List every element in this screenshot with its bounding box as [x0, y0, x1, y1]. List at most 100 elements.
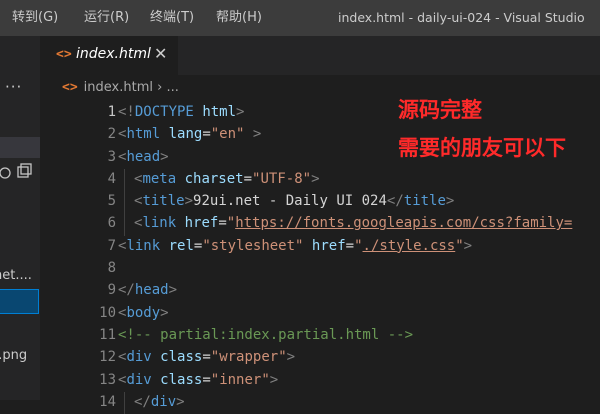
refresh-icon[interactable]: [0, 163, 40, 183]
code-token: rel: [168, 237, 194, 254]
code-text: <head>: [118, 149, 169, 165]
line-number: 3: [107, 148, 116, 165]
code-line[interactable]: 6 <link href="https://fonts.googleapis.co…: [40, 213, 600, 236]
indent-guide: [124, 391, 125, 414]
window-title: index.html - daily-ui-024 - Visual Studi…: [338, 10, 585, 25]
code-text: <!-- partial:index.partial.html -->: [118, 327, 413, 343]
code-token: "en": [210, 126, 245, 143]
code-token: href: [311, 237, 346, 254]
explorer-section-header[interactable]: [0, 137, 40, 158]
code-token: </: [386, 193, 404, 210]
code-token: >: [311, 170, 320, 187]
code-token: div: [126, 371, 152, 388]
line-number: 12: [99, 349, 116, 366]
code-text: <link href="https://fonts.googleapis.com…: [134, 215, 572, 231]
breadcrumb-symbol[interactable]: ...: [166, 80, 178, 95]
code-text: <title>92ui.net - Daily UI 024</title>: [134, 193, 454, 209]
code-token: >: [236, 104, 245, 120]
explorer-file-item[interactable]: net....: [0, 268, 32, 283]
code-line[interactable]: 10 <body>: [40, 303, 600, 325]
code-text: <body>: [118, 305, 169, 321]
menu-terminal[interactable]: 终端(T): [150, 0, 194, 36]
menu-help[interactable]: 帮助(H): [216, 0, 262, 36]
line-number: 8: [107, 260, 116, 277]
code-token: charset: [184, 170, 244, 187]
code-token: class: [160, 349, 203, 366]
menu-run[interactable]: 运行(R): [84, 0, 129, 36]
line-number: 6: [107, 215, 116, 232]
code-line[interactable]: 1 <!DOCTYPE html>: [40, 102, 600, 124]
code-token: div: [126, 349, 152, 366]
menu-goto[interactable]: 转到(G): [12, 0, 58, 36]
code-token: =: [202, 371, 211, 388]
indent-guide: [124, 168, 125, 192]
explorer-toolbar: [0, 163, 40, 187]
code-token: ": [226, 215, 236, 232]
code-text: <html lang="en" >: [118, 126, 261, 142]
code-token: =: [202, 126, 211, 143]
line-number: 13: [99, 371, 116, 388]
code-text: </div>: [134, 394, 185, 410]
line-number: 9: [107, 282, 116, 299]
code-token: </: [118, 282, 135, 299]
code-token: =: [202, 349, 211, 366]
explorer-file-item-selected[interactable]: [0, 289, 39, 314]
code-line[interactable]: 8: [40, 258, 600, 280]
code-token: ": [455, 237, 464, 254]
code-token: meta: [142, 170, 177, 187]
code-token: >: [463, 237, 473, 254]
code-token: >: [269, 371, 279, 388]
code-token: >: [176, 393, 185, 410]
code-token: head: [126, 148, 161, 165]
code-line[interactable]: 4 <meta charset="UTF-8">: [40, 168, 600, 192]
code-line[interactable]: 7 <link rel="stylesheet" href="./style.cs…: [40, 236, 600, 258]
more-actions-icon[interactable]: ···: [5, 78, 22, 96]
breadcrumb-file[interactable]: index.html: [84, 80, 153, 95]
code-token: class: [160, 371, 203, 388]
html-file-icon: <>: [56, 47, 72, 62]
code-token: >: [445, 193, 455, 210]
code-line[interactable]: 11 <!-- partial:index.partial.html -->: [40, 325, 600, 347]
code-token: head: [134, 282, 169, 299]
code-token: <!-- partial:index.partial.html -->: [118, 326, 414, 343]
code-token: >: [168, 282, 178, 299]
line-number: 14: [99, 393, 116, 410]
line-number: 7: [107, 237, 116, 254]
indent-guide: [124, 191, 125, 214]
code-line[interactable]: 14 </div>: [40, 391, 600, 414]
line-number: 11: [99, 326, 116, 343]
chevron-right-icon: ›: [157, 80, 163, 95]
code-text: <!DOCTYPE html>: [118, 104, 244, 120]
html-file-icon: <>: [62, 80, 78, 95]
code-token: html: [126, 126, 161, 143]
line-number: 5: [107, 193, 116, 210]
code-line[interactable]: 5 <title>92ui.net - Daily UI 024</title>: [40, 191, 600, 214]
breadcrumb: <> index.html › ...: [62, 80, 179, 98]
tab-index-html[interactable]: <> index.html ✕: [40, 36, 178, 75]
code-text: <meta charset="UTF-8">: [134, 171, 320, 187]
code-text: </head>: [118, 282, 177, 298]
explorer-file-item[interactable]: 3.png: [0, 348, 27, 363]
code-token: title: [403, 193, 446, 210]
code-line[interactable]: 12 <div class="wrapper">: [40, 347, 600, 369]
code-line[interactable]: 9 </head>: [40, 280, 600, 302]
title-bar: 转到(G) 运行(R) 终端(T) 帮助(H) index.html - dai…: [0, 0, 600, 36]
code-line[interactable]: 13 <div class="inner">: [40, 370, 600, 392]
code-token: >: [252, 126, 262, 143]
code-token: "wrapper": [210, 349, 287, 366]
code-token: =: [218, 215, 227, 232]
close-icon[interactable]: ✕: [154, 44, 167, 63]
code-token: link: [142, 215, 177, 232]
code-text: <div class="inner">: [118, 372, 278, 388]
code-token: body: [126, 304, 161, 321]
line-number: 1: [107, 104, 116, 120]
code-token: >: [160, 304, 169, 321]
editor-tab-strip: <> index.html ✕: [40, 36, 600, 75]
code-token: div: [150, 393, 177, 410]
